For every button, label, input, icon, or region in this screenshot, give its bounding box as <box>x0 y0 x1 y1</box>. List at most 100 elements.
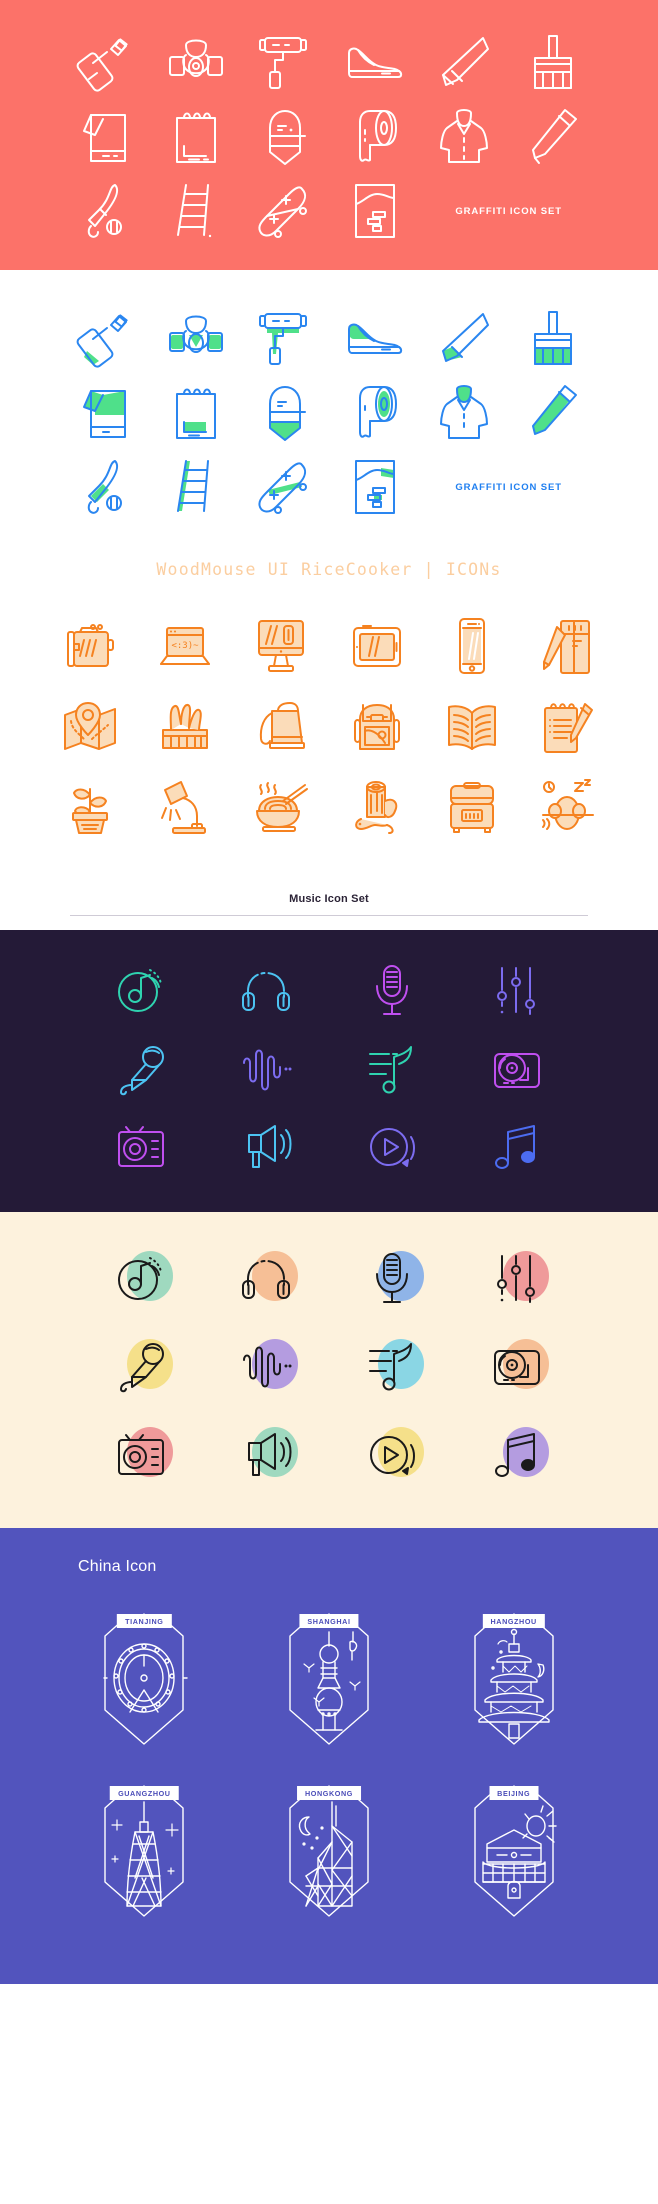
folded-map-icon[interactable] <box>62 699 118 755</box>
speaker-horn-icon[interactable] <box>228 1424 304 1486</box>
sound-wave-icon[interactable] <box>228 1336 304 1398</box>
studio-mic-icon[interactable] <box>370 964 414 1018</box>
mouse-log-icon[interactable] <box>351 779 403 835</box>
oriental-pearl-tower-icon <box>315 1631 343 1731</box>
sneaker-icon[interactable] <box>346 41 404 85</box>
ladder-icon[interactable] <box>151 182 240 240</box>
sketch-pad-icon[interactable] <box>173 108 219 166</box>
open-book-icon[interactable] <box>445 703 499 751</box>
marker-pen-icon[interactable] <box>437 311 491 367</box>
play-replay-icon[interactable] <box>367 1123 417 1171</box>
marker-pen-icon[interactable] <box>437 35 491 91</box>
baseball-bat-icon[interactable] <box>62 458 151 516</box>
rice-cooker-icon[interactable] <box>446 780 498 834</box>
paint-brush-icon[interactable] <box>531 310 575 368</box>
vinyl-note-icon[interactable] <box>116 966 166 1016</box>
spray-can-icon[interactable] <box>76 35 133 92</box>
radio-icon[interactable] <box>103 1424 179 1486</box>
china-badge-shanghai[interactable]: SHANGHAI <box>268 1606 390 1756</box>
play-replay-icon[interactable] <box>354 1424 430 1486</box>
camera-bag-icon[interactable] <box>62 620 118 672</box>
section-music-dark <box>0 930 658 1212</box>
turntable-icon[interactable] <box>492 1046 542 1094</box>
headphones-icon[interactable] <box>241 969 291 1013</box>
brand-text: WoodMouse UI RiceCooker | ICONs <box>156 560 502 579</box>
paint-brush-icon[interactable] <box>531 34 575 92</box>
paper-roll-icon[interactable] <box>350 384 400 442</box>
china-badge-hangzhou[interactable]: HANGZHOU <box>453 1606 575 1756</box>
vinyl-note-icon[interactable] <box>103 1248 179 1310</box>
badge-label: HANGZHOU <box>482 1614 545 1628</box>
turntable-icon[interactable] <box>479 1336 555 1398</box>
china-badge-guangzhou[interactable]: GUANGZHOU <box>83 1778 205 1928</box>
studio-mic-icon[interactable] <box>354 1248 430 1310</box>
badge-label: BEIJING <box>489 1786 539 1800</box>
speaker-horn-icon[interactable] <box>241 1123 292 1171</box>
ladder-icon[interactable] <box>151 458 240 516</box>
noodles-bowl-icon[interactable] <box>253 779 309 835</box>
playlist-note-icon[interactable] <box>354 1336 430 1398</box>
graffiti-pen-icon[interactable] <box>527 108 579 166</box>
graffiti-red-label: GRAFFITI ICON SET <box>455 205 562 217</box>
double-note-icon[interactable] <box>494 1122 540 1172</box>
baseball-bat-icon[interactable] <box>62 182 151 240</box>
china-badge-beijing[interactable]: BEIJING <box>453 1778 575 1928</box>
graffiti-pen-icon[interactable] <box>527 384 579 442</box>
handheld-mic-icon[interactable] <box>103 1336 179 1398</box>
skateboard-icon[interactable] <box>241 459 330 515</box>
section-graffiti-white: GRAFFITI ICON SET <box>0 270 658 520</box>
desk-lamp-icon[interactable] <box>159 780 211 834</box>
badge-label: TIANJING <box>117 1614 172 1628</box>
smartphone-icon[interactable] <box>456 617 488 675</box>
music-title-divider <box>70 915 588 916</box>
paint-bucket-icon[interactable] <box>82 385 131 441</box>
tablet-icon[interactable] <box>349 622 405 670</box>
paint-bucket-icon[interactable] <box>82 109 131 165</box>
desktop-monitor-icon[interactable] <box>254 618 308 674</box>
skateboard-icon[interactable] <box>241 183 330 239</box>
music-dark-grid <box>78 964 580 1172</box>
wall-poster-icon[interactable] <box>330 182 419 240</box>
radio-icon[interactable] <box>116 1124 166 1170</box>
music-section-title: Music Icon Set <box>289 893 369 905</box>
gas-mask-icon[interactable] <box>168 313 224 365</box>
double-note-icon[interactable] <box>479 1424 555 1486</box>
sketch-pad-icon[interactable] <box>173 384 219 442</box>
china-badge-tianjing[interactable]: TIANJING <box>83 1606 205 1756</box>
equalizer-sliders-icon[interactable] <box>495 966 539 1016</box>
laptop-icon[interactable]: <:3)~ <box>158 622 212 670</box>
balloon-tag-icon[interactable] <box>264 384 307 442</box>
badge-label: HONGKONG <box>297 1786 361 1800</box>
hoodie-icon[interactable] <box>438 384 490 442</box>
sleeping-mouse-icon[interactable] <box>541 779 595 835</box>
tianjin-eye-ferris-wheel-icon <box>113 1643 176 1713</box>
electric-kettle-icon[interactable] <box>256 699 306 755</box>
sound-wave-icon[interactable] <box>240 1047 292 1093</box>
hoodie-icon[interactable] <box>438 108 490 166</box>
headphones-icon[interactable] <box>228 1248 304 1310</box>
music-cream-grid <box>78 1248 580 1486</box>
paint-roller-icon[interactable] <box>259 34 311 92</box>
notepad-pencil-icon[interactable] <box>541 700 595 754</box>
handheld-mic-icon[interactable] <box>115 1044 167 1096</box>
wall-poster-icon[interactable] <box>330 458 419 516</box>
playlist-note-icon[interactable] <box>367 1045 417 1095</box>
equalizer-sliders-icon[interactable] <box>479 1248 555 1310</box>
balloon-tag-icon[interactable] <box>264 108 307 166</box>
china-badge-hongkong[interactable]: HONGKONG <box>268 1778 390 1928</box>
spray-can-icon[interactable] <box>76 311 133 368</box>
paint-roller-icon[interactable] <box>259 310 311 368</box>
gas-mask-icon[interactable] <box>168 37 224 89</box>
potted-plant-icon[interactable] <box>66 779 114 835</box>
graffiti-white-grid-row-3: GRAFFITI ICON SET <box>62 458 598 516</box>
paper-roll-icon[interactable] <box>350 108 400 166</box>
graffiti-white-label: GRAFFITI ICON SET <box>455 481 562 493</box>
books-pencil-icon[interactable] <box>543 617 593 675</box>
china-section-title: China Icon <box>78 1558 157 1575</box>
sneaker-icon[interactable] <box>346 317 404 361</box>
tissue-box-icon[interactable] <box>157 702 213 752</box>
graffiti-white-grid-rows-1-2 <box>62 310 598 442</box>
backpack-icon[interactable] <box>352 699 402 755</box>
canton-tower-icon <box>126 1801 163 1907</box>
music-title-block: Music Icon Set <box>0 875 658 930</box>
